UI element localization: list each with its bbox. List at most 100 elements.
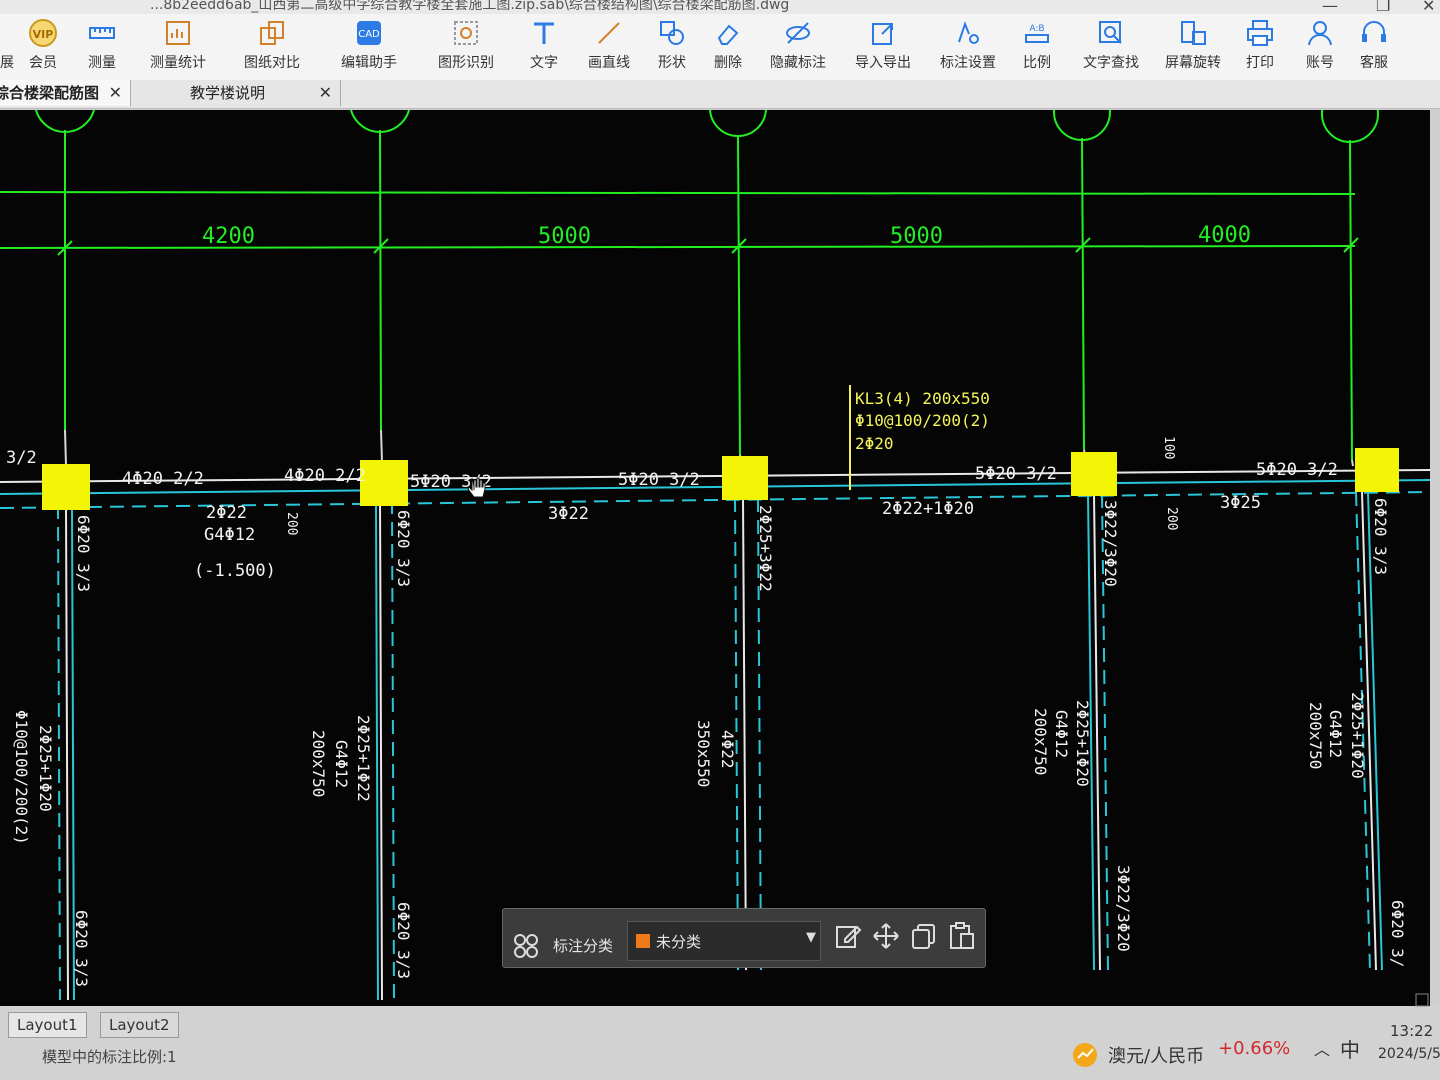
toolbar-item-hide-annotation[interactable]: 隐藏标注 [756,14,840,80]
tab-layout1[interactable]: Layout1 [8,1012,87,1038]
close-tab-icon[interactable]: ✕ [319,80,332,106]
column [1071,452,1117,496]
grid-continuations [64,429,1354,467]
tab-beam-rebar-drawing[interactable]: 综合楼梁配筋图 ✕ [0,80,131,106]
tab-label: 教学楼说明 [190,84,266,102]
close-tab-icon[interactable]: ✕ [109,80,122,106]
grid-lines [0,129,1356,461]
toolbar-partial-label: 展 [0,55,14,71]
status-bar: Layout1 Layout2 模型中的标注比例:1 澳元/人民币 +0.66%… [0,993,1440,1080]
annotation-category-select[interactable]: 未分类 ▼ [627,921,821,961]
toolbar-item-rotate-screen[interactable]: 屏幕旋转 [1158,14,1228,80]
toolbar-label: 比例 [1023,55,1051,71]
elevation-label: (-1.500) [194,561,276,581]
svg-text:A:B: A:B [1029,24,1044,34]
grid-icon[interactable] [513,933,539,959]
import-export-icon [872,23,893,45]
toolbar-label: 删除 [714,55,742,71]
cad-drawing: 4200 5000 5000 4000 KL3(4) 200x550 Φ10@1… [0,110,1430,1001]
toolbar-label: 形状 [658,55,686,71]
text-search-icon [1099,21,1122,44]
tab-teaching-building-notes[interactable]: 教学楼说明 ✕ [134,80,341,106]
compare-icon [260,21,284,45]
toolbar-item-print[interactable]: 打印 [1228,14,1292,80]
svg-text:CAD: CAD [358,29,380,40]
toolbar-label: 打印 [1246,55,1274,71]
rebar-label: 2Φ22 [206,503,247,523]
chevron-up-icon[interactable]: ︿ [1314,1036,1330,1060]
svg-text:VIP: VIP [33,28,54,41]
dim-text: 5000 [538,224,591,249]
edit-note-icon[interactable] [833,921,863,951]
toolbar-label: 图形识别 [438,55,494,71]
toolbar-label: 会员 [29,55,57,71]
rebar-label: 350x550 [694,720,713,787]
text-icon [534,22,554,44]
rebar-label: G4Φ12 [204,525,255,545]
line-icon [598,22,620,44]
rebar-label: 5Φ20 3/2 [618,470,700,490]
scale-icon: A:B [1025,24,1049,43]
toolbar-item-edit-assistant[interactable]: CAD 编辑助手 [320,14,418,80]
rebar-label: 2Φ22+1Φ20 [882,499,974,519]
print-icon [1247,20,1273,46]
beam-designation: KL3(4) 200x550 Φ10@100/200(2) 2Φ20 [855,389,990,453]
toolbar-item-import-export[interactable]: 导入导出 [840,14,926,80]
toolbar-label: 编辑助手 [341,55,397,71]
rebar-label: 6Φ20 3/3 [394,902,413,979]
toolbar-item-support[interactable]: 客服 [1348,14,1400,80]
column [722,456,768,500]
toolbar-item-annotation-settings[interactable]: 标注设置 [926,14,1010,80]
rebar-label: 6Φ20 3/ [1388,900,1407,967]
toolbar-item-scale[interactable]: A:B 比例 [1010,14,1064,80]
paste-icon[interactable] [947,921,977,951]
toolbar-item-partial[interactable]: 展 [0,14,14,80]
toolbar-label: 标注设置 [940,55,996,71]
toolbar-label: 屏幕旋转 [1165,55,1221,71]
tab-layout2[interactable]: Layout2 [100,1012,179,1038]
toolbar-item-line[interactable]: 画直线 [574,14,644,80]
toolbar-label: 测量统计 [150,55,206,71]
rebar-label: 3Φ22 [548,504,589,524]
vip-icon: VIP [29,19,57,47]
rebar-label: G4Φ12 [1326,710,1345,758]
rebar-label: 3Φ25 [1220,493,1261,513]
rebar-label: G4Φ12 [1052,710,1071,758]
shape-icon [660,21,684,45]
ime-indicator[interactable]: 中 [1340,1034,1360,1063]
rebar-label: 6Φ20 3/3 [1371,498,1390,575]
minimize-icon[interactable]: — [1322,0,1338,14]
rebar-label: 3Φ22/3Φ20 [1101,500,1120,587]
toolbar-label: 测量 [88,55,116,71]
move-icon[interactable] [871,921,901,951]
toolbar-item-shape[interactable]: 形状 [644,14,700,80]
ticker-icon[interactable] [1070,1040,1100,1070]
headset-icon [1362,21,1386,42]
close-window-icon[interactable]: ✕ [1422,0,1435,14]
toolbar-label: 文字查找 [1083,55,1139,71]
toolbar-item-delete[interactable]: 删除 [700,14,756,80]
beam-tag-line: Φ10@100/200(2) [855,411,990,430]
rebar-label: 2Φ25+1Φ20 [1073,700,1092,787]
toolbar-item-account[interactable]: 账号 [1292,14,1348,80]
maximize-icon[interactable]: ❐ [1376,0,1390,14]
rebar-label: 6Φ20 3/3 [72,910,91,987]
cad-canvas[interactable]: 4200 5000 5000 4000 KL3(4) 200x550 Φ10@1… [0,110,1430,1010]
rebar-label: 2Φ25+1Φ20 [1348,692,1367,779]
copy-icon[interactable] [909,921,939,951]
toolbar-label: 客服 [1360,55,1388,71]
toolbar-item-measure-stats[interactable]: 测量统计 [132,14,224,80]
toolbar-item-compare[interactable]: 图纸对比 [224,14,320,80]
rebar-label: 5Φ20 3/2 [975,464,1057,484]
toolbar-item-vip[interactable]: VIP 会员 [14,14,72,80]
toolbar-item-measure[interactable]: 测量 [72,14,132,80]
toolbar-item-text[interactable]: 文字 [514,14,574,80]
rebar-label: 6Φ20 3/3 [74,515,93,592]
clock-time: 13:22 [1390,1022,1434,1040]
ticker-name[interactable]: 澳元/人民币 [1108,1042,1204,1068]
rebar-label: Φ10@100/200(2) [12,710,31,845]
toolbar-item-text-search[interactable]: 文字查找 [1064,14,1158,80]
toolbar-label: 隐藏标注 [770,55,826,71]
dimension-texts: 4200 5000 5000 4000 [202,223,1251,249]
toolbar-item-shape-recognize[interactable]: 图形识别 [418,14,514,80]
